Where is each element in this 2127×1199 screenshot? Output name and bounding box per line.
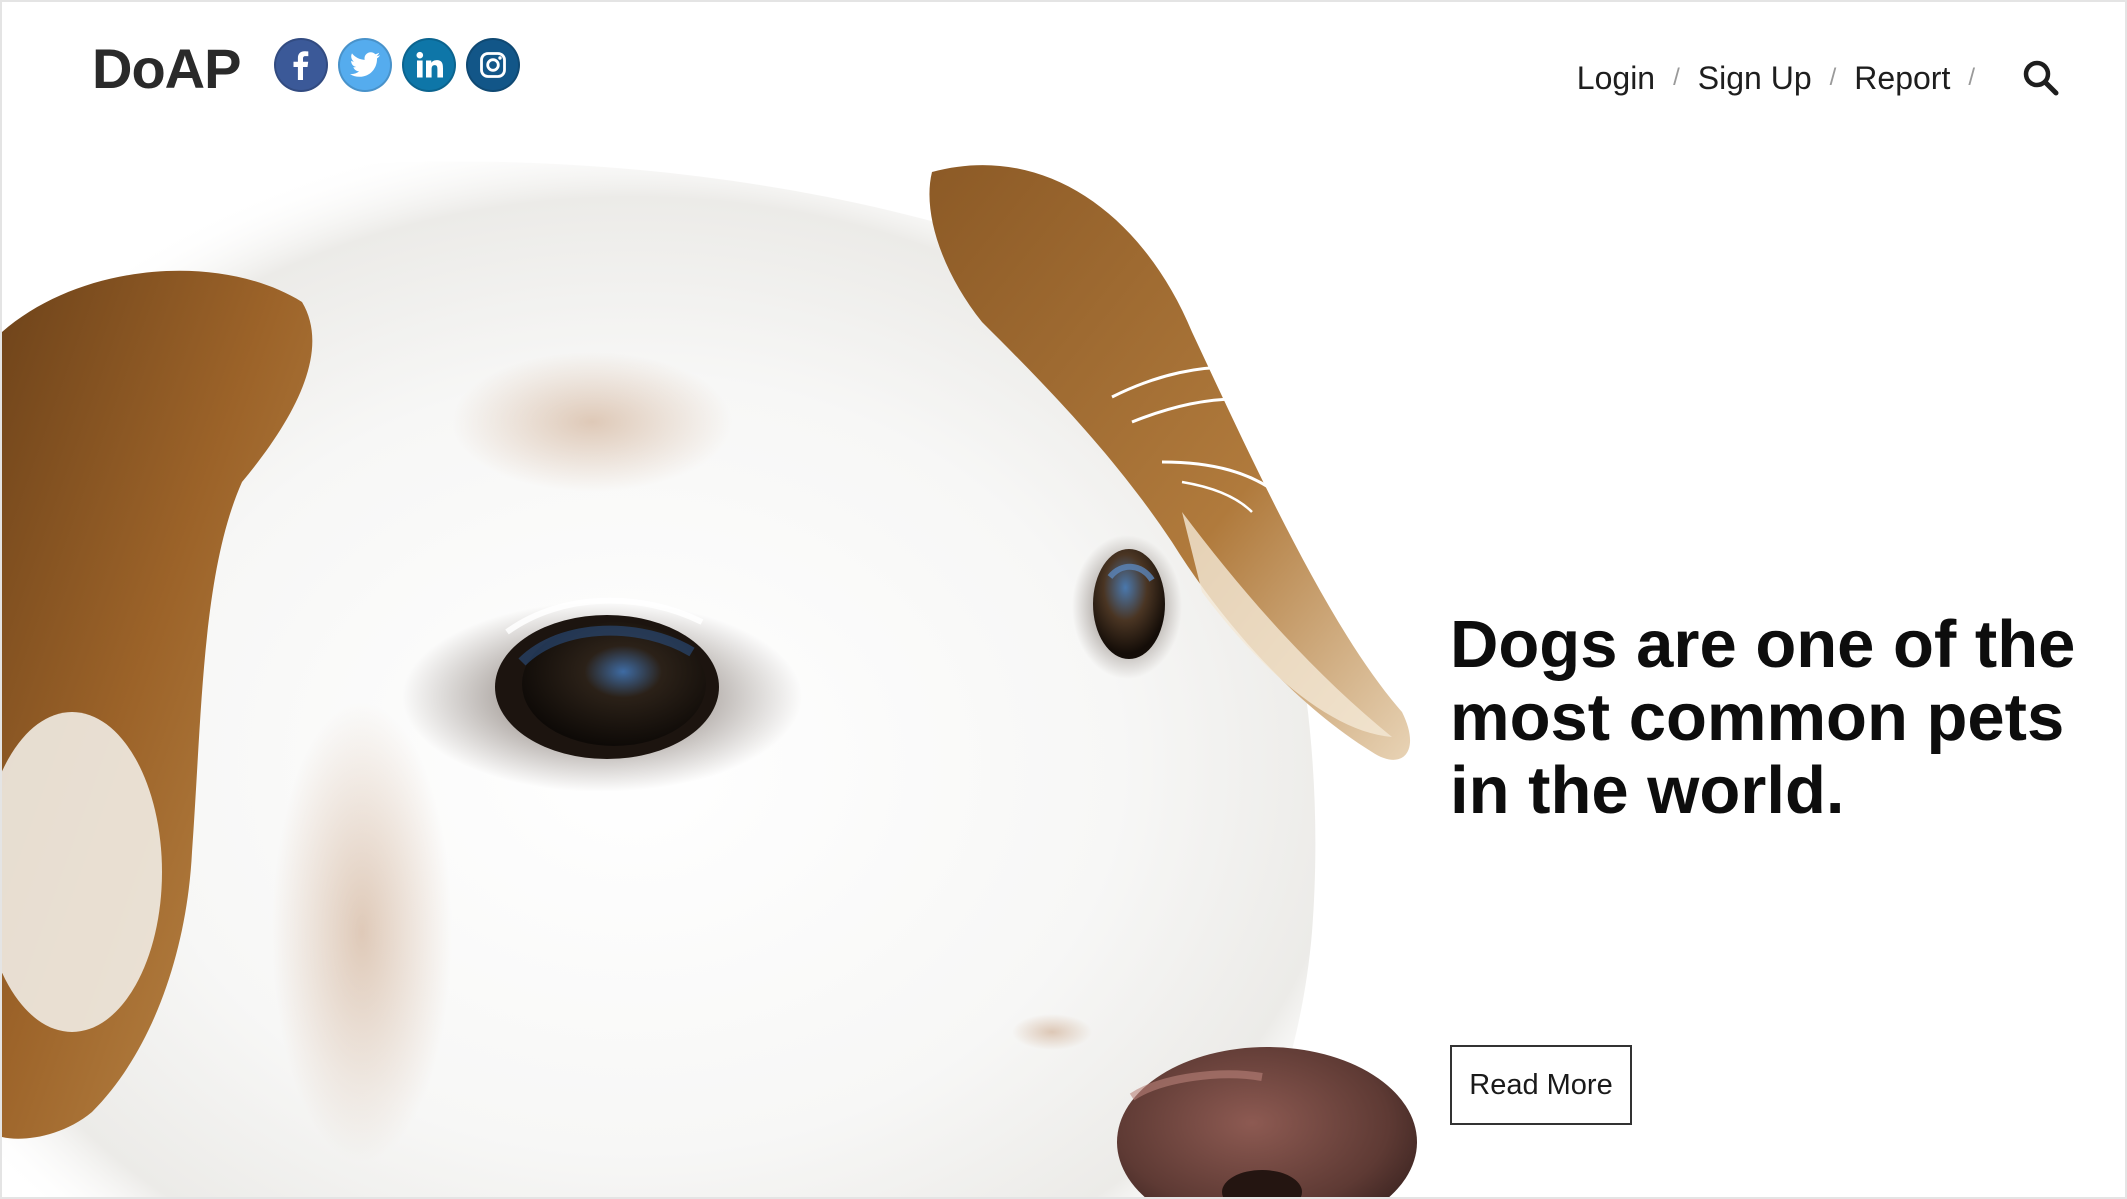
twitter-icon	[349, 52, 381, 77]
instagram-icon	[480, 52, 506, 78]
facebook-icon	[293, 51, 309, 80]
facebook-button[interactable]	[274, 38, 328, 92]
twitter-button[interactable]	[338, 38, 392, 92]
nav-login-link[interactable]: Login	[1577, 60, 1655, 97]
site-header: DoAP Login / Sign Up / Report /	[2, 2, 2125, 152]
dog-hero-image	[2, 161, 1417, 1197]
hero-section: Dogs are one of the most common pets in …	[2, 152, 2125, 1197]
nav-report-link[interactable]: Report	[1854, 60, 1950, 97]
main-nav: Login / Sign Up / Report /	[1577, 58, 2061, 98]
nav-separator: /	[1829, 64, 1837, 91]
hero-headline: Dogs are one of the most common pets in …	[1450, 607, 2076, 828]
nav-signup-link[interactable]: Sign Up	[1698, 60, 1812, 97]
instagram-button[interactable]	[466, 38, 520, 92]
page: DoAP Login / Sign Up / Report / Dogs are…	[0, 0, 2127, 1199]
social-links	[274, 38, 520, 92]
linkedin-icon	[416, 51, 443, 78]
site-logo[interactable]: DoAP	[92, 36, 241, 101]
nav-separator: /	[1673, 64, 1680, 91]
nav-separator: /	[1968, 64, 1975, 91]
linkedin-button[interactable]	[402, 38, 456, 92]
search-icon[interactable]	[2021, 58, 2061, 98]
read-more-button[interactable]: Read More	[1450, 1045, 1632, 1125]
